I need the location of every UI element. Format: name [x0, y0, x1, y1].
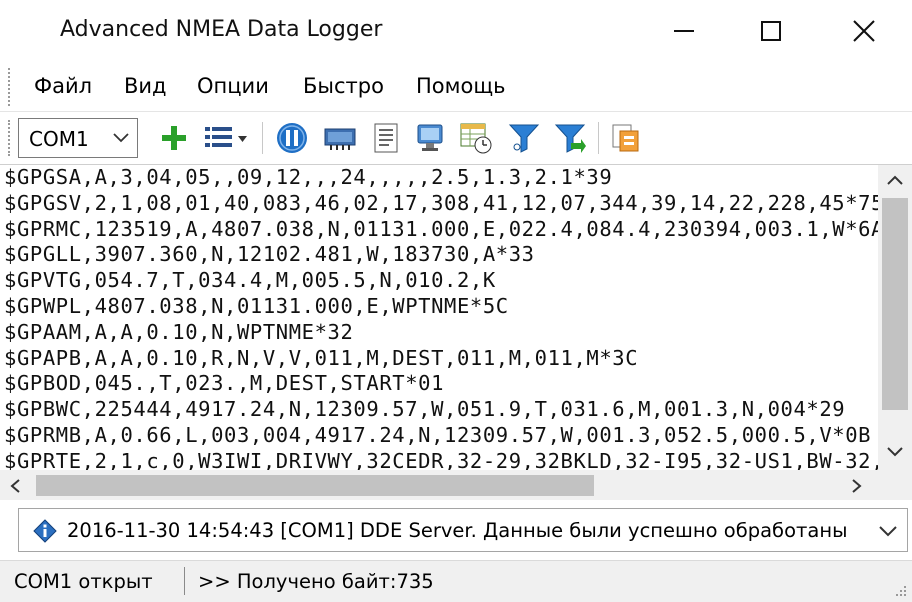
horizontal-scroll-thumb[interactable]: [36, 475, 594, 496]
log-lines: $GPGSA,A,3,04,05,,09,12,,,24,,,,,2.5,1.3…: [4, 165, 878, 470]
table-clock-icon: [460, 123, 492, 154]
log-line: $GPGSV,2,1,08,01,40,083,46,02,17,308,41,…: [4, 190, 878, 215]
menu-bar: Файл Вид Опции Быстро Помощь: [0, 62, 912, 112]
menu-quick[interactable]: Быстро: [303, 74, 384, 98]
log-line: $GPRMB,A,0.66,L,003,004,4917.24,N,12309.…: [4, 422, 872, 447]
chevron-down-icon: [113, 133, 129, 143]
pause-button[interactable]: [274, 120, 310, 156]
log-line: $GPWPL,4807.038,N,01131.000,E,WPTNME*5C: [4, 293, 509, 318]
log-line: $GPRTE,2,1,c,0,W3IWI,DRIVWY,32CEDR,32-29…: [4, 448, 878, 470]
table-clock-button[interactable]: [458, 120, 494, 156]
menu-file[interactable]: Файл: [34, 74, 92, 98]
filter-arrow-button[interactable]: [552, 120, 588, 156]
log-line: $GPRMC,123519,A,4807.038,N,01131.000,E,0…: [4, 216, 878, 241]
message-dropdown[interactable]: 2016-11-30 14:54:43 [COM1] DDE Server. Д…: [18, 508, 908, 552]
log-line: $GPBOD,045.,T,023.,M,DEST,START*01: [4, 371, 445, 396]
window-title: Advanced NMEA Data Logger: [60, 17, 383, 42]
minimize-button[interactable]: [638, 0, 730, 62]
chevron-right-icon[interactable]: [852, 479, 862, 493]
maximize-icon: [761, 21, 781, 41]
port-select[interactable]: COM1: [18, 118, 138, 158]
menubar-grip[interactable]: [8, 68, 11, 106]
port-select-value: COM1: [29, 127, 89, 151]
vertical-scroll-thumb[interactable]: [882, 198, 908, 410]
status-separator: [184, 567, 185, 595]
menu-view[interactable]: Вид: [124, 74, 167, 98]
chevron-up-icon[interactable]: [887, 175, 903, 185]
toolbar-separator: [598, 122, 599, 154]
chevron-left-icon[interactable]: [10, 479, 20, 493]
log-line: $GPBWC,225444,4917.24,N,12309.57,W,051.9…: [4, 397, 846, 422]
document-button[interactable]: [368, 120, 404, 156]
resize-grip-icon[interactable]: [894, 584, 908, 598]
log-line: $GPAPB,A,A,0.10,R,N,V,V,011,M,DEST,011,M…: [4, 345, 639, 370]
export-icon: [612, 124, 639, 152]
filter-icon: [508, 124, 540, 153]
list-menu-button[interactable]: [202, 120, 250, 156]
log-line: $GPVTG,054.7,T,034.4,M,005.5,N,010.2,K: [4, 268, 496, 293]
terminal-button[interactable]: [412, 120, 448, 156]
vertical-scrollbar[interactable]: [878, 165, 912, 470]
toolbar-grip[interactable]: [8, 120, 11, 156]
chevron-down-icon[interactable]: [879, 525, 897, 537]
bytes-received: >> Получено байт:735: [198, 570, 434, 593]
log-line: $GPGLL,3907.360,N,12102.481,W,183730,A*3…: [4, 242, 535, 267]
message-text: 2016-11-30 14:54:43 [COM1] DDE Server. Д…: [67, 519, 848, 542]
horizontal-scrollbar[interactable]: [0, 470, 878, 500]
scrollbar-corner: [878, 470, 912, 500]
export-button[interactable]: [608, 120, 644, 156]
chevron-down-icon[interactable]: [887, 447, 903, 457]
toolbar: COM1: [0, 112, 912, 164]
toolbar-separator: [262, 122, 263, 154]
port-status: COM1 открыт: [14, 570, 153, 593]
maximize-button[interactable]: [725, 0, 817, 62]
list-menu-icon: [205, 127, 247, 147]
add-button[interactable]: [156, 120, 192, 156]
close-icon: [853, 20, 875, 42]
hardware-button[interactable]: [322, 120, 358, 156]
minimize-icon: [674, 30, 694, 32]
pause-icon: [277, 123, 307, 153]
info-icon: [33, 519, 57, 543]
hardware-icon: [324, 128, 356, 150]
close-button[interactable]: [818, 0, 910, 62]
filter-button[interactable]: [506, 120, 542, 156]
title-bar: Advanced NMEA Data Logger: [0, 0, 912, 62]
status-bar: COM1 открыт >> Получено байт:735: [0, 560, 912, 602]
nmea-log-view[interactable]: $GPGSA,A,3,04,05,,09,12,,,24,,,,,2.5,1.3…: [0, 164, 912, 500]
menu-help[interactable]: Помощь: [416, 74, 506, 98]
log-line: $GPAAM,A,A,0.10,N,WPTNME*32: [4, 319, 354, 344]
menu-options[interactable]: Опции: [197, 74, 269, 98]
add-icon: [162, 126, 186, 150]
log-line: $GPGSA,A,3,04,05,,09,12,,,24,,,,,2.5,1.3…: [4, 165, 613, 189]
terminal-icon: [417, 124, 443, 151]
document-icon: [374, 123, 398, 153]
filter-arrow-icon: [554, 124, 586, 153]
